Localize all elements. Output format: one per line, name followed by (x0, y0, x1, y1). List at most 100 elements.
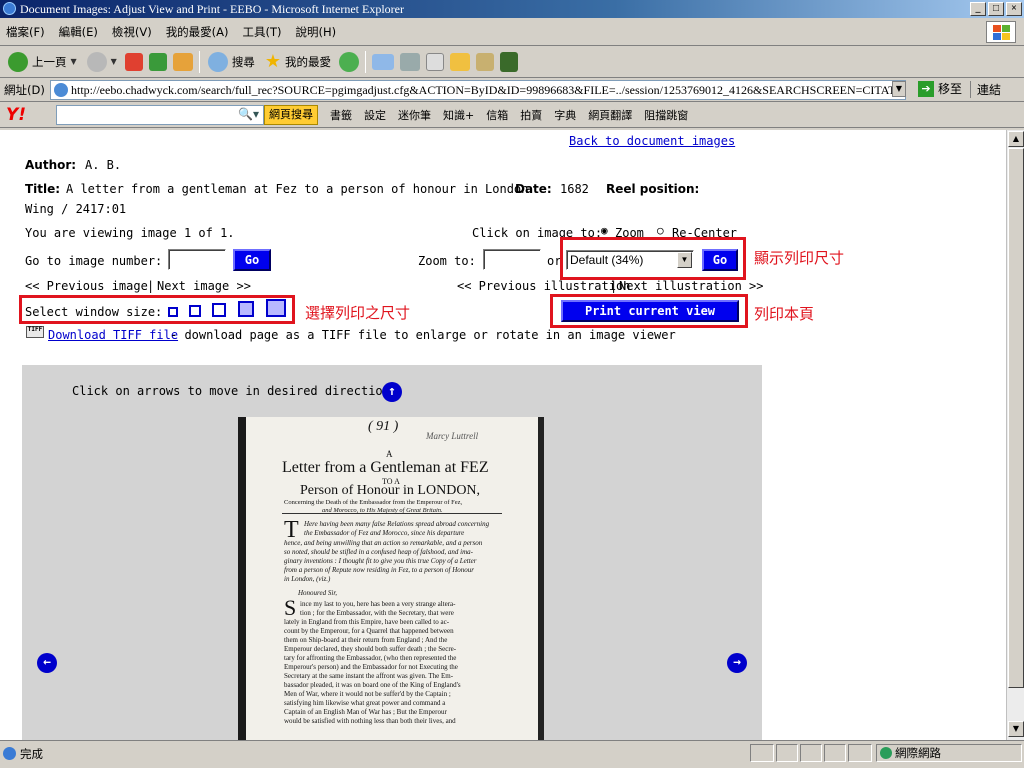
favorites-button[interactable]: ★ 我的最愛 (263, 49, 333, 75)
go-button[interactable]: ➔ 移至 (918, 80, 962, 97)
scan-para2-line6: Emperour declared, they should both suff… (284, 645, 457, 653)
standard-toolbar: 上一頁 ▼ ▼ 搜尋 ★ 我的最愛 (0, 46, 1024, 78)
viewing-status: You are viewing image 1 of 1. (25, 226, 235, 240)
scan-heading-a: A (386, 449, 393, 459)
arrow-up-icon[interactable]: ↑ (382, 382, 402, 402)
back-button[interactable]: 上一頁 ▼ (6, 49, 79, 75)
scan-para2-line13: Captain of an English Man of War has ; B… (284, 708, 447, 716)
arrow-right-icon[interactable]: → (727, 653, 747, 673)
next-illustration-link[interactable]: Next illustration >> (619, 279, 764, 293)
minimize-button[interactable]: _ (970, 2, 986, 16)
scan-dropcap-s: S (284, 595, 297, 620)
menu-tools[interactable]: 工具(T) (243, 24, 282, 40)
scan-para1-line4: so noted, should be stifled in a confuse… (284, 548, 473, 556)
arrow-left-icon[interactable]: ← (37, 653, 57, 673)
mail-icon[interactable] (371, 53, 394, 70)
go-arrow-icon: ➔ (918, 80, 934, 97)
print-icon[interactable] (399, 52, 420, 71)
image-viewer: Click on arrows to move in desired direc… (22, 365, 762, 740)
title-bar: Document Images: Adjust View and Print -… (0, 0, 1024, 18)
arrows-instruction: Click on arrows to move in desired direc… (72, 384, 390, 398)
scan-para2-line10: bassador pleaded, it was on board one of… (284, 681, 461, 689)
forward-arrow-icon (86, 51, 107, 72)
scan-para2-line11: Men of War, where it would not be suffer… (284, 690, 451, 698)
yahoo-search-button[interactable]: 網頁搜尋 (264, 105, 318, 125)
zoom-to-label: Zoom to: (418, 254, 476, 268)
page-icon (54, 83, 68, 97)
previous-image-link[interactable]: << Previous image (25, 279, 148, 293)
status-text: 完成 (20, 747, 43, 761)
scan-honoured: Honoured Sir, (298, 589, 338, 597)
menu-favorites[interactable]: 我的最愛(A) (166, 24, 229, 40)
address-label: 網址(D) (4, 82, 45, 97)
refresh-icon[interactable] (148, 52, 167, 71)
edit-icon[interactable] (425, 52, 444, 71)
scan-para1-line3: hence, and being unwilling that an actio… (284, 539, 483, 547)
scan-para1-line2: the Embassador of Fez and Morocco, since… (304, 529, 465, 537)
address-bar: 網址(D) http://eebo.chadwyck.com/search/fu… (0, 78, 1024, 102)
scan-para2-line9: Secretary at the same instant the affron… (284, 672, 454, 680)
zoom-radio[interactable]: ◉ (601, 224, 608, 237)
url-input[interactable]: http://eebo.chadwyck.com/search/full_rec… (50, 80, 906, 100)
history-icon[interactable] (338, 51, 359, 72)
scan-para1-line6: from a person of Repute now residing in … (284, 566, 475, 574)
reel-label: Reel position: (606, 182, 700, 196)
yahoo-dictionary[interactable]: 字典 (554, 107, 576, 123)
yahoo-mini-pen[interactable]: 迷你筆 (398, 107, 431, 123)
globe-icon (880, 747, 892, 759)
links-button[interactable]: 連結 (970, 81, 1001, 98)
recenter-radio[interactable]: ○ (657, 224, 664, 237)
vertical-scrollbar[interactable]: ▲ ▼ (1006, 130, 1024, 740)
download-tiff-link[interactable]: Download TIFF file (48, 328, 178, 342)
scroll-thumb[interactable] (1008, 148, 1024, 688)
status-bar: 完成 網際網路 (0, 740, 1024, 768)
menu-edit[interactable]: 編輯(E) (59, 24, 98, 40)
frog-icon[interactable] (499, 51, 518, 72)
yahoo-logo[interactable]: Y! (0, 105, 50, 125)
goto-image-go-button[interactable]: Go (233, 249, 271, 271)
yahoo-mail[interactable]: 信箱 (486, 107, 508, 123)
yahoo-bookmarks[interactable]: 書籤 (330, 107, 352, 123)
image-number-input[interactable] (168, 249, 226, 270)
forward-button[interactable]: ▼ (85, 49, 119, 75)
previous-illustration-link[interactable]: << Previous illustration (457, 279, 630, 293)
yahoo-auction[interactable]: 拍賣 (520, 107, 542, 123)
windows-logo-icon (986, 21, 1016, 43)
download-description: - download page as a TIFF file to enlarg… (170, 328, 676, 342)
yahoo-knowledge[interactable]: 知識+ (443, 107, 474, 123)
scroll-up-icon[interactable]: ▲ (1008, 131, 1024, 147)
maximize-button[interactable]: □ (988, 2, 1004, 16)
yahoo-popup-blocker[interactable]: 阻擋跳窗 (644, 107, 688, 123)
scroll-down-icon[interactable]: ▼ (1008, 721, 1024, 737)
research-icon[interactable] (475, 52, 494, 71)
search-button[interactable]: 搜尋 (206, 49, 257, 75)
url-dropdown-icon[interactable]: ▼ (892, 81, 906, 97)
goto-image-label: Go to image number: (25, 254, 163, 268)
scan-para2-line5: them on Ship-board at their return from … (284, 636, 448, 644)
next-image-link[interactable]: Next image >> (157, 279, 251, 293)
star-icon: ★ (264, 51, 281, 72)
close-button[interactable]: × (1006, 2, 1022, 16)
yahoo-settings[interactable]: 設定 (364, 107, 386, 123)
yahoo-translate[interactable]: 網頁翻譯 (588, 107, 632, 123)
annotation-select-size: 選擇列印之尺寸 (305, 304, 411, 322)
zoom-percent-input[interactable] (483, 249, 541, 270)
scan-para2-line3: lately in England from this Empire, have… (284, 618, 450, 626)
annotation-box-print (550, 294, 748, 328)
page-done-icon (3, 747, 16, 760)
stop-icon[interactable] (124, 52, 143, 71)
scan-para2-line8: Emperour's person) and the Embassador fo… (284, 663, 458, 671)
home-icon[interactable] (172, 52, 193, 71)
folder-icon[interactable] (449, 52, 470, 71)
scan-para2-line2: tion ; for the Embassador, with the Secr… (300, 609, 454, 617)
scan-para1-line7: in London, (viz.) (284, 575, 331, 583)
yahoo-search-input[interactable]: 🔍▾ (56, 105, 264, 125)
menu-bar: 檔案(F) 編輯(E) 檢視(V) 我的最愛(A) 工具(T) 說明(H) (0, 18, 1024, 46)
annotation-box-window-size (19, 295, 295, 324)
menu-file[interactable]: 檔案(F) (6, 24, 45, 40)
document-page-image[interactable]: ( 91 ) Marcy Luttrell A Letter from a Ge… (238, 417, 544, 740)
menu-view[interactable]: 檢視(V) (112, 24, 152, 40)
menu-help[interactable]: 說明(H) (296, 24, 337, 40)
annotation-print-page: 列印本頁 (754, 305, 815, 323)
back-to-document-images-link[interactable]: Back to document images (569, 134, 735, 148)
